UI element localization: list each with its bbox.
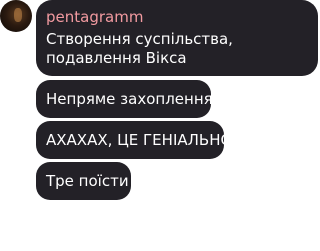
message-text: Тре поїсти [46, 172, 129, 190]
username[interactable]: pentagramm [46, 8, 308, 26]
message-text: Непряме захоплення [46, 90, 213, 108]
message-text: АХАХАХ, ЦЕ ГЕНІАЛЬНО [46, 131, 233, 149]
message-bubble[interactable]: pentagramm Створення суспільства, подавл… [36, 0, 318, 76]
message-bubble[interactable]: АХАХАХ, ЦЕ ГЕНІАЛЬНО [36, 121, 232, 159]
message-text: Створення суспільства, подавлення Вікса [46, 30, 233, 67]
avatar[interactable] [0, 0, 32, 32]
message-bubble[interactable]: Непряме захоплення [36, 80, 213, 118]
message-bubble[interactable]: Тре поїсти [36, 162, 131, 200]
